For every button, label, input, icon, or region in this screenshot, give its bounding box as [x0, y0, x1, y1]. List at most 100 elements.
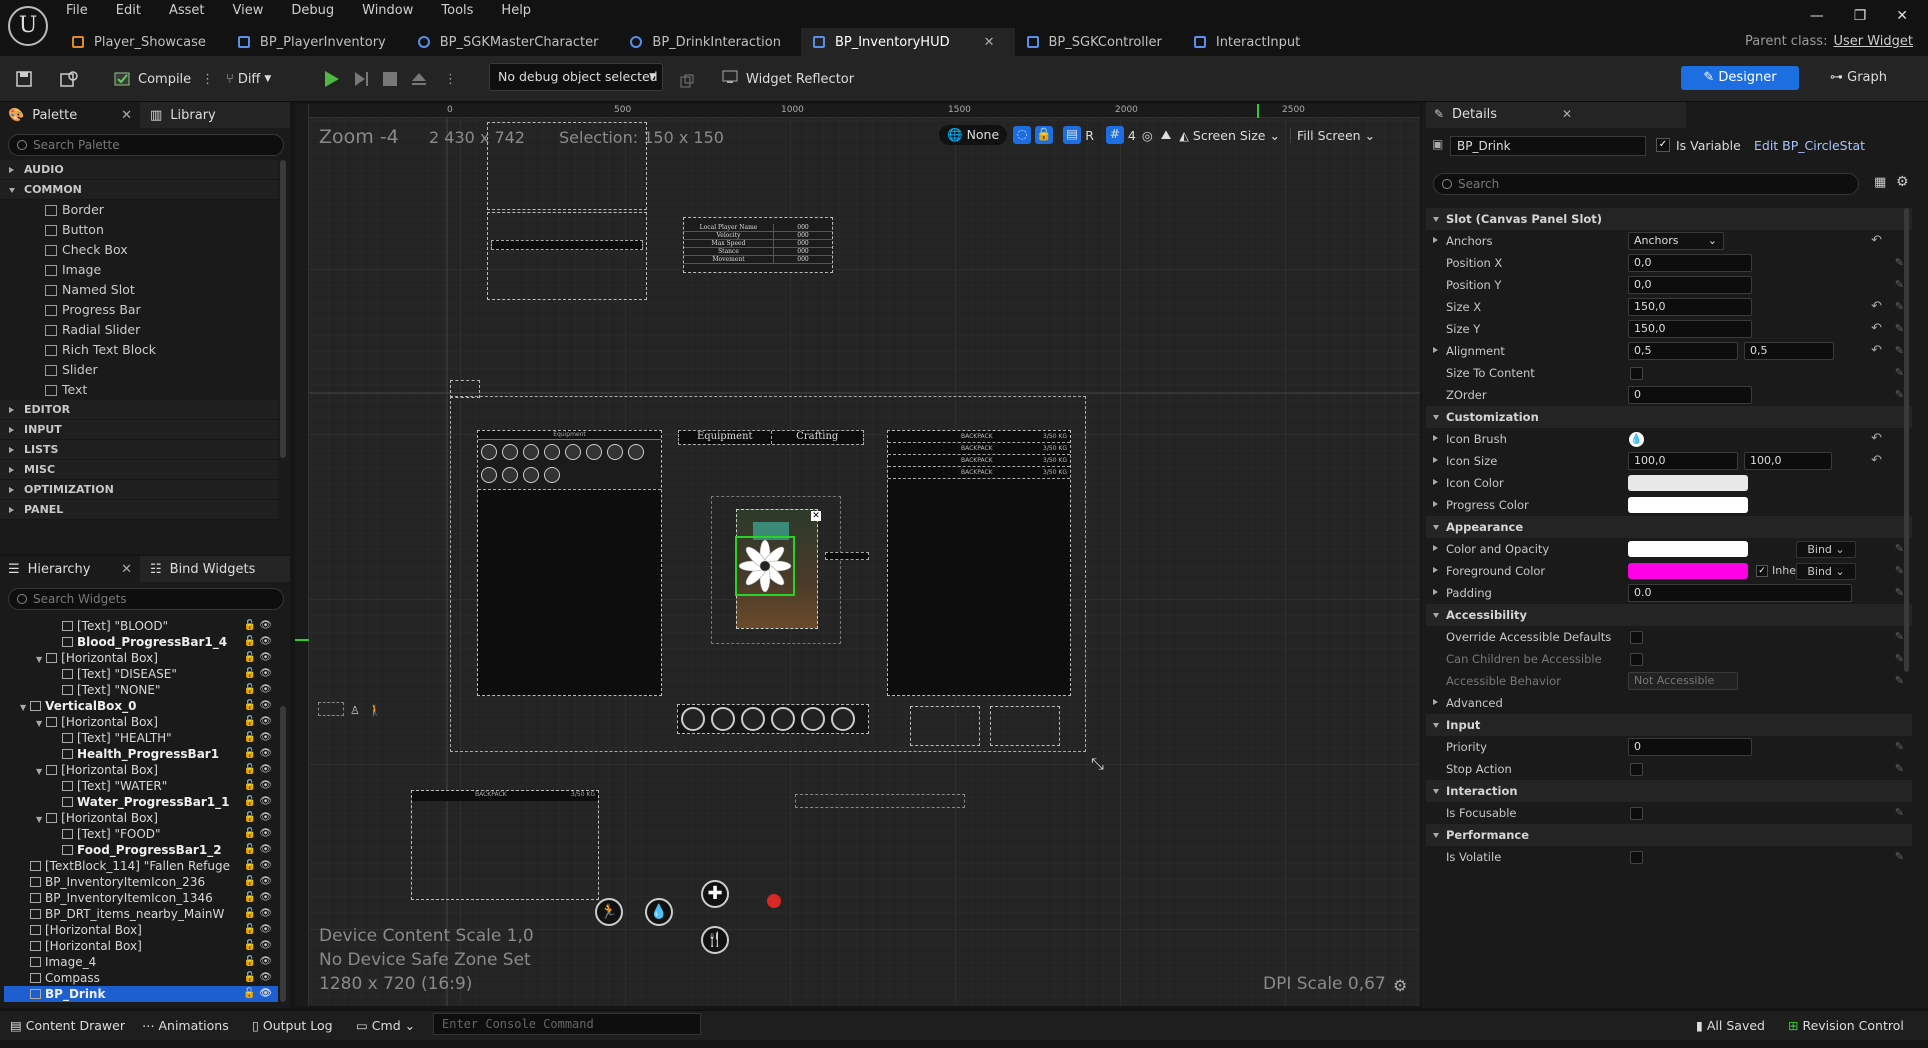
details-search-input[interactable]: Search	[1433, 173, 1859, 195]
debug-filter-icon[interactable]	[680, 68, 694, 94]
reset-icon[interactable]: ↶	[1871, 230, 1882, 252]
equipment-slot-icon[interactable]	[586, 444, 602, 460]
food-stat-icon[interactable]: 🍴	[701, 926, 729, 954]
reset-icon[interactable]: ↶	[1871, 318, 1882, 340]
hierarchy-row[interactable]: BP_InventoryItemIcon_1346 🔓 👁	[4, 890, 278, 906]
pin-icon[interactable]: ✎	[1895, 582, 1904, 604]
property-input[interactable]: 0,0	[1628, 254, 1752, 272]
hierarchy-row[interactable]: [Text] "BLOOD" 🔓 👁	[4, 618, 278, 634]
pin-icon[interactable]: ✎	[1895, 560, 1904, 582]
palette-item-button[interactable]: Button	[0, 220, 278, 240]
menu-file[interactable]: File	[66, 3, 88, 18]
close-icon[interactable]: ✕	[121, 562, 132, 577]
hierarchy-row[interactable]: BP_Drink 🔓 👁	[4, 986, 278, 1002]
equipment-slot-icon[interactable]	[607, 444, 623, 460]
hierarchy-row[interactable]: BP_InventoryItemIcon_236 🔓 👁	[4, 874, 278, 890]
close-icon[interactable]: ✕	[121, 108, 132, 123]
equipment-slot-icon[interactable]	[481, 444, 497, 460]
hierarchy-row[interactable]: [Text] "HEALTH" 🔓 👁	[4, 730, 278, 746]
palette-category-audio[interactable]: AUDIO	[0, 160, 278, 180]
hierarchy-row[interactable]: ▼ [Horizontal Box] 🔓 👁	[4, 714, 278, 730]
reset-icon[interactable]: ↶	[1871, 428, 1882, 450]
background-icon[interactable]: ⛰	[1161, 127, 1172, 143]
palette-category-misc[interactable]: MISC	[0, 460, 278, 480]
property-input[interactable]: 0	[1628, 386, 1752, 404]
visibility-icon[interactable]: 🔓 👁	[244, 842, 272, 858]
palette-category-common[interactable]: COMMON	[0, 180, 278, 200]
health-stat-icon[interactable]: ✚	[701, 880, 729, 908]
tab-bp_inventoryhud[interactable]: BP_InventoryHUD ✕	[800, 28, 1015, 56]
stop-icon[interactable]	[382, 66, 398, 92]
tab-library[interactable]: ▥ Library	[140, 108, 216, 123]
select-mode-icon[interactable]: ◌	[1013, 126, 1032, 144]
palette-category-panel[interactable]: PANEL	[0, 500, 278, 520]
palette-item-progress-bar[interactable]: Progress Bar	[0, 300, 278, 320]
minimize-icon[interactable]: —	[1810, 8, 1824, 24]
reset-icon[interactable]: ↶	[1871, 296, 1882, 318]
visibility-icon[interactable]: 🔓 👁	[244, 794, 272, 810]
property-input[interactable]: 0	[1628, 738, 1752, 756]
tab-palette[interactable]: 🎨 Palette ✕	[0, 102, 140, 128]
equipment-slot-icon[interactable]	[481, 467, 497, 483]
maximize-icon[interactable]: ❐	[1854, 8, 1867, 24]
water-drop-icon[interactable]: 💧	[1629, 432, 1644, 447]
expand-arrow-icon[interactable]: ▼	[36, 719, 42, 728]
visibility-icon[interactable]: 🔓 👁	[244, 826, 272, 842]
property-input[interactable]: Not Accessible	[1628, 672, 1738, 690]
property-input[interactable]: 150,0	[1628, 298, 1752, 316]
grid-size[interactable]: 4	[1128, 128, 1136, 143]
visibility-icon[interactable]: 🔓 👁	[244, 954, 272, 970]
visibility-icon[interactable]: 🔓 👁	[243, 986, 272, 1002]
tab-bp_playerinventory[interactable]: BP_PlayerInventory	[226, 28, 406, 56]
close-icon[interactable]: ✕	[984, 35, 995, 50]
cmd-dropdown[interactable]: ▭ Cmd ⌄	[356, 1018, 415, 1033]
visibility-icon[interactable]: 🔓 👁	[244, 890, 272, 906]
expand-arrow-icon[interactable]: ▼	[20, 703, 26, 712]
color-swatch[interactable]	[1628, 497, 1748, 513]
equipment-slot-icon[interactable]	[565, 444, 581, 460]
menu-view[interactable]: View	[233, 3, 264, 18]
side-bar-widget[interactable]	[825, 552, 869, 560]
pin-icon[interactable]: ✎	[1895, 802, 1904, 824]
diff-button[interactable]: ⑂ Diff ▼	[226, 66, 271, 92]
is-variable-checkbox[interactable]: ✓	[1656, 138, 1670, 152]
equipment-slot-icon[interactable]	[502, 467, 518, 483]
palette-item-radial-slider[interactable]: Radial Slider	[0, 320, 278, 340]
visibility-icon[interactable]: 🔓 👁	[244, 698, 272, 714]
localization-button[interactable]: 🌐 None	[939, 125, 1008, 145]
hierarchy-row[interactable]: [Text] "WATER" 🔓 👁	[4, 778, 278, 794]
visibility-icon[interactable]: 🔓 👁	[244, 714, 272, 730]
animations-button[interactable]: ⋯ Animations	[142, 1018, 229, 1033]
close-icon[interactable]: ✕	[811, 511, 821, 521]
visibility-icon[interactable]: 🔓 👁	[244, 730, 272, 746]
property-input[interactable]: 150,0	[1628, 320, 1752, 338]
quickbar-slot-icon[interactable]	[711, 707, 735, 731]
pin-icon[interactable]: ✎	[1895, 274, 1904, 296]
hierarchy-row[interactable]: ▼ [Horizontal Box] 🔓 👁	[4, 650, 278, 666]
property-input-2[interactable]: 0,5	[1744, 342, 1834, 360]
bind-dropdown[interactable]: Bind ⌄	[1796, 541, 1856, 558]
status-widget-small[interactable]	[318, 702, 344, 716]
section-appearance[interactable]: Appearance	[1426, 516, 1912, 538]
tab-bind-widgets[interactable]: ☷ Bind Widgets	[140, 562, 255, 577]
content-drawer-button[interactable]: ▤ Content Drawer	[10, 1018, 125, 1033]
menu-debug[interactable]: Debug	[291, 3, 334, 18]
all-saved-button[interactable]: ▮ All Saved	[1696, 1018, 1765, 1033]
output-log-button[interactable]: ▯ Output Log	[252, 1018, 333, 1033]
color-swatch[interactable]	[1628, 475, 1748, 491]
visibility-icon[interactable]: 🔓 👁	[244, 650, 272, 666]
equipment-slot-icon[interactable]	[544, 444, 560, 460]
quickbar-slot-icon[interactable]	[741, 707, 765, 731]
property-checkbox[interactable]	[1630, 763, 1643, 776]
widget-box-b[interactable]	[487, 212, 647, 300]
reset-icon[interactable]: ↶	[1871, 340, 1882, 362]
section-slot_section[interactable]: Slot (Canvas Panel Slot)	[1426, 208, 1912, 230]
property-checkbox[interactable]	[1630, 367, 1643, 380]
bp-drink-selection[interactable]	[735, 536, 795, 596]
resize-handle-icon[interactable]: ⤡	[1091, 754, 1104, 774]
hierarchy-row[interactable]: Water_ProgressBar1_1 🔓 👁	[4, 794, 278, 810]
visibility-icon[interactable]: 🔓 👁	[244, 682, 272, 698]
equipment-slot-icon[interactable]	[523, 467, 539, 483]
property-input[interactable]: 0,0	[1628, 276, 1752, 294]
edit-blueprint-link[interactable]: Edit BP_CircleStat	[1754, 138, 1865, 153]
